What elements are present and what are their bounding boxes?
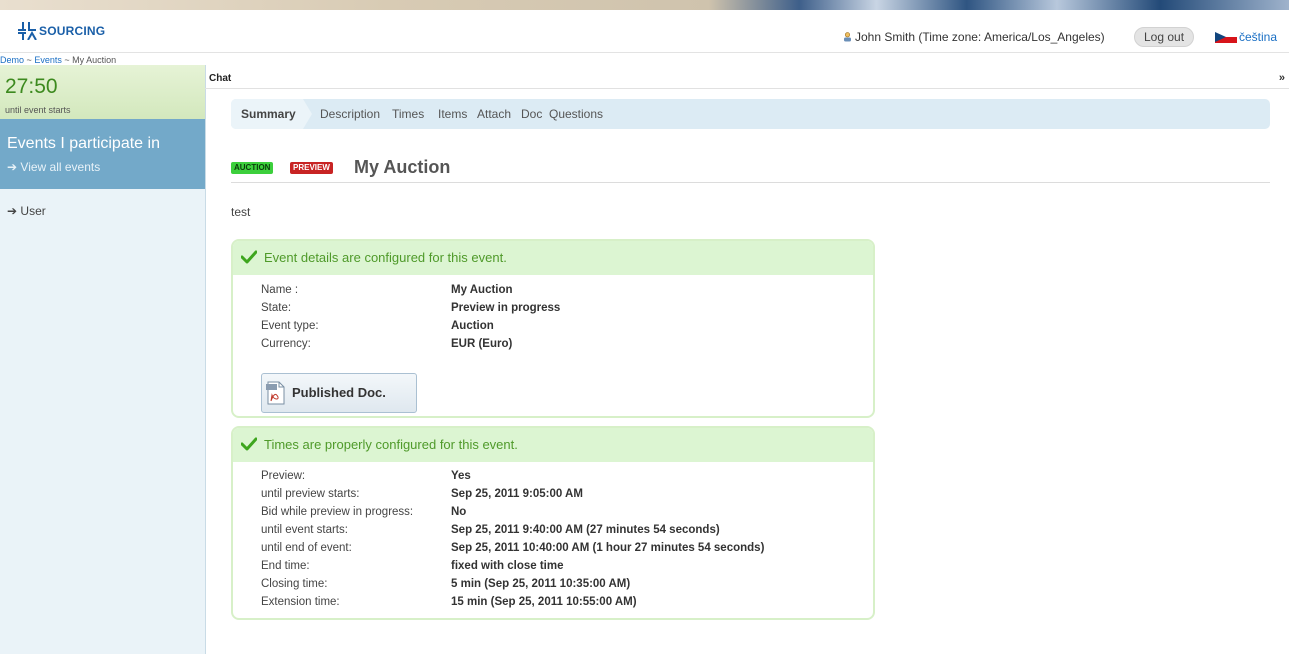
time-value: 5 min (Sep 25, 2011 10:35:00 AM) <box>451 578 631 590</box>
event-times-panel: Times are properly configured for this e… <box>231 426 875 620</box>
time-value: 15 min (Sep 25, 2011 10:55:00 AM) <box>451 596 637 608</box>
published-doc-label: Published Doc. <box>292 385 386 400</box>
logo-text: SOURCING <box>39 24 106 38</box>
time-value: Sep 25, 2011 10:40:00 AM (1 hour 27 minu… <box>451 542 765 554</box>
tab-items[interactable]: Items <box>438 107 467 121</box>
time-label: End time: <box>261 560 310 572</box>
tab-description[interactable]: Description <box>320 107 380 121</box>
time-label: Closing time: <box>261 578 328 590</box>
event-type-badge: AUCTION <box>231 162 274 174</box>
page-title: My Auction <box>354 157 451 177</box>
time-value: Sep 25, 2011 9:40:00 AM (27 minutes 54 s… <box>451 524 720 536</box>
view-all-events-link[interactable]: ➔ View all events <box>7 160 100 174</box>
top-header: SOURCING John Smith (Time zone: America/… <box>0 10 1289 53</box>
check-icon <box>241 250 257 264</box>
tab-doc[interactable]: Doc <box>521 107 542 121</box>
tab-questions[interactable]: Questions <box>549 107 603 121</box>
event-description: test <box>231 205 251 219</box>
detail-value: My Auction <box>451 284 513 296</box>
sidebar-item-label: User <box>20 204 46 218</box>
time-value: Sep 25, 2011 9:05:00 AM <box>451 488 583 500</box>
detail-value: Auction <box>451 320 494 332</box>
event-details-panel: Event details are configured for this ev… <box>231 239 875 418</box>
chat-bar[interactable]: Chat » <box>205 72 1289 89</box>
events-title: Events I participate in <box>7 135 160 152</box>
breadcrumb-current: My Auction <box>72 55 117 65</box>
detail-value: EUR (Euro) <box>451 338 513 350</box>
breadcrumb-separator: ~ <box>26 55 32 65</box>
breadcrumb-demo[interactable]: Demo <box>0 55 24 65</box>
user-label: John Smith (Time zone: America/Los_Angel… <box>855 30 1105 44</box>
panel-header: Event details are configured for this ev… <box>233 241 873 275</box>
arrow-right-icon: ➔ <box>7 204 18 218</box>
detail-label: Event type: <box>261 320 319 332</box>
tab-attach[interactable]: Attach <box>477 107 511 121</box>
view-all-events-label: View all events <box>20 160 101 174</box>
detail-label: Name : <box>261 284 299 296</box>
panel-header: Times are properly configured for this e… <box>233 428 873 462</box>
time-label: until preview starts: <box>261 488 360 500</box>
time-label: Extension time: <box>261 596 340 608</box>
time-value: fixed with close time <box>451 560 564 572</box>
detail-value: Preview in progress <box>451 302 561 314</box>
logo[interactable]: SOURCING <box>18 22 105 40</box>
user-icon <box>844 32 851 42</box>
event-title-row: AUCTION PREVIEW My Auction <box>231 157 1270 183</box>
user-info[interactable]: John Smith (Time zone: America/Los_Angel… <box>843 30 1105 44</box>
panel-title: Times are properly configured for this e… <box>264 437 518 452</box>
pdf-icon <box>266 381 285 405</box>
breadcrumb-separator: ~ <box>64 55 70 65</box>
header-banner <box>0 0 1289 10</box>
event-state-badge: PREVIEW <box>290 162 333 174</box>
events-section: Events I participate in ➔ View all event… <box>0 119 205 189</box>
time-label: until event starts: <box>261 524 348 536</box>
chat-expand-icon[interactable]: » <box>1279 72 1285 84</box>
arrow-right-icon: ➔ <box>7 160 18 174</box>
sidebar: 27:50 until event starts Events I partic… <box>0 65 206 654</box>
sidebar-item-user[interactable]: ➔ User <box>7 204 46 218</box>
logout-button[interactable]: Log out <box>1134 27 1195 47</box>
language-switch[interactable]: čeština <box>1215 30 1277 44</box>
time-label: until end of event: <box>261 542 352 554</box>
language-label: čeština <box>1239 30 1278 44</box>
detail-label: State: <box>261 302 292 314</box>
time-label: Preview: <box>261 470 306 482</box>
breadcrumb-events[interactable]: Events <box>34 55 62 65</box>
time-label: Bid while preview in progress: <box>261 506 414 518</box>
logo-icon <box>18 22 37 40</box>
czech-flag-icon <box>1215 31 1237 43</box>
published-doc-button[interactable]: Published Doc. <box>261 373 417 413</box>
time-value: Yes <box>451 470 471 482</box>
time-value: No <box>451 506 467 518</box>
tab-summary[interactable]: Summary <box>241 107 296 121</box>
detail-label: Currency: <box>261 338 311 350</box>
chat-label: Chat <box>209 73 232 84</box>
breadcrumb: Demo ~ Events ~ My Auction <box>0 55 116 65</box>
check-icon <box>241 437 257 451</box>
timer-label: until event starts <box>5 105 71 115</box>
tab-bar: Summary Description Times Items Attach D… <box>231 99 1270 129</box>
countdown-timer: 27:50 until event starts <box>0 65 205 120</box>
timer-value: 27:50 <box>5 75 58 98</box>
panel-title: Event details are configured for this ev… <box>264 250 507 265</box>
tab-times[interactable]: Times <box>392 107 424 121</box>
